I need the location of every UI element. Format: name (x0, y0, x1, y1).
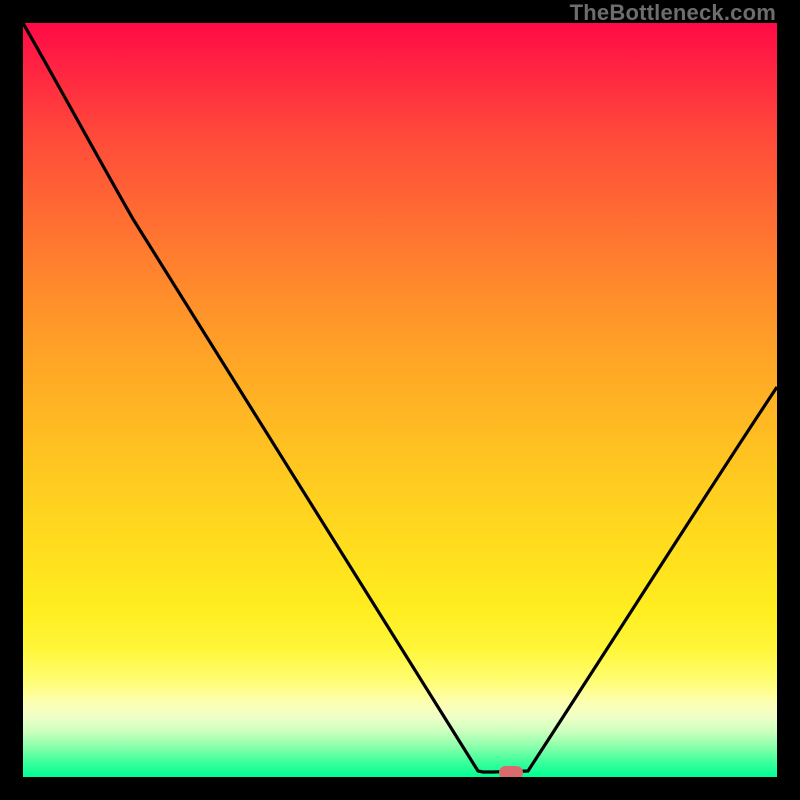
plot-area (23, 23, 777, 777)
optimal-marker (499, 766, 523, 777)
bottleneck-curve (23, 23, 777, 777)
chart-frame: TheBottleneck.com (0, 0, 800, 800)
curve-path (23, 23, 777, 772)
watermark-text: TheBottleneck.com (570, 0, 776, 26)
